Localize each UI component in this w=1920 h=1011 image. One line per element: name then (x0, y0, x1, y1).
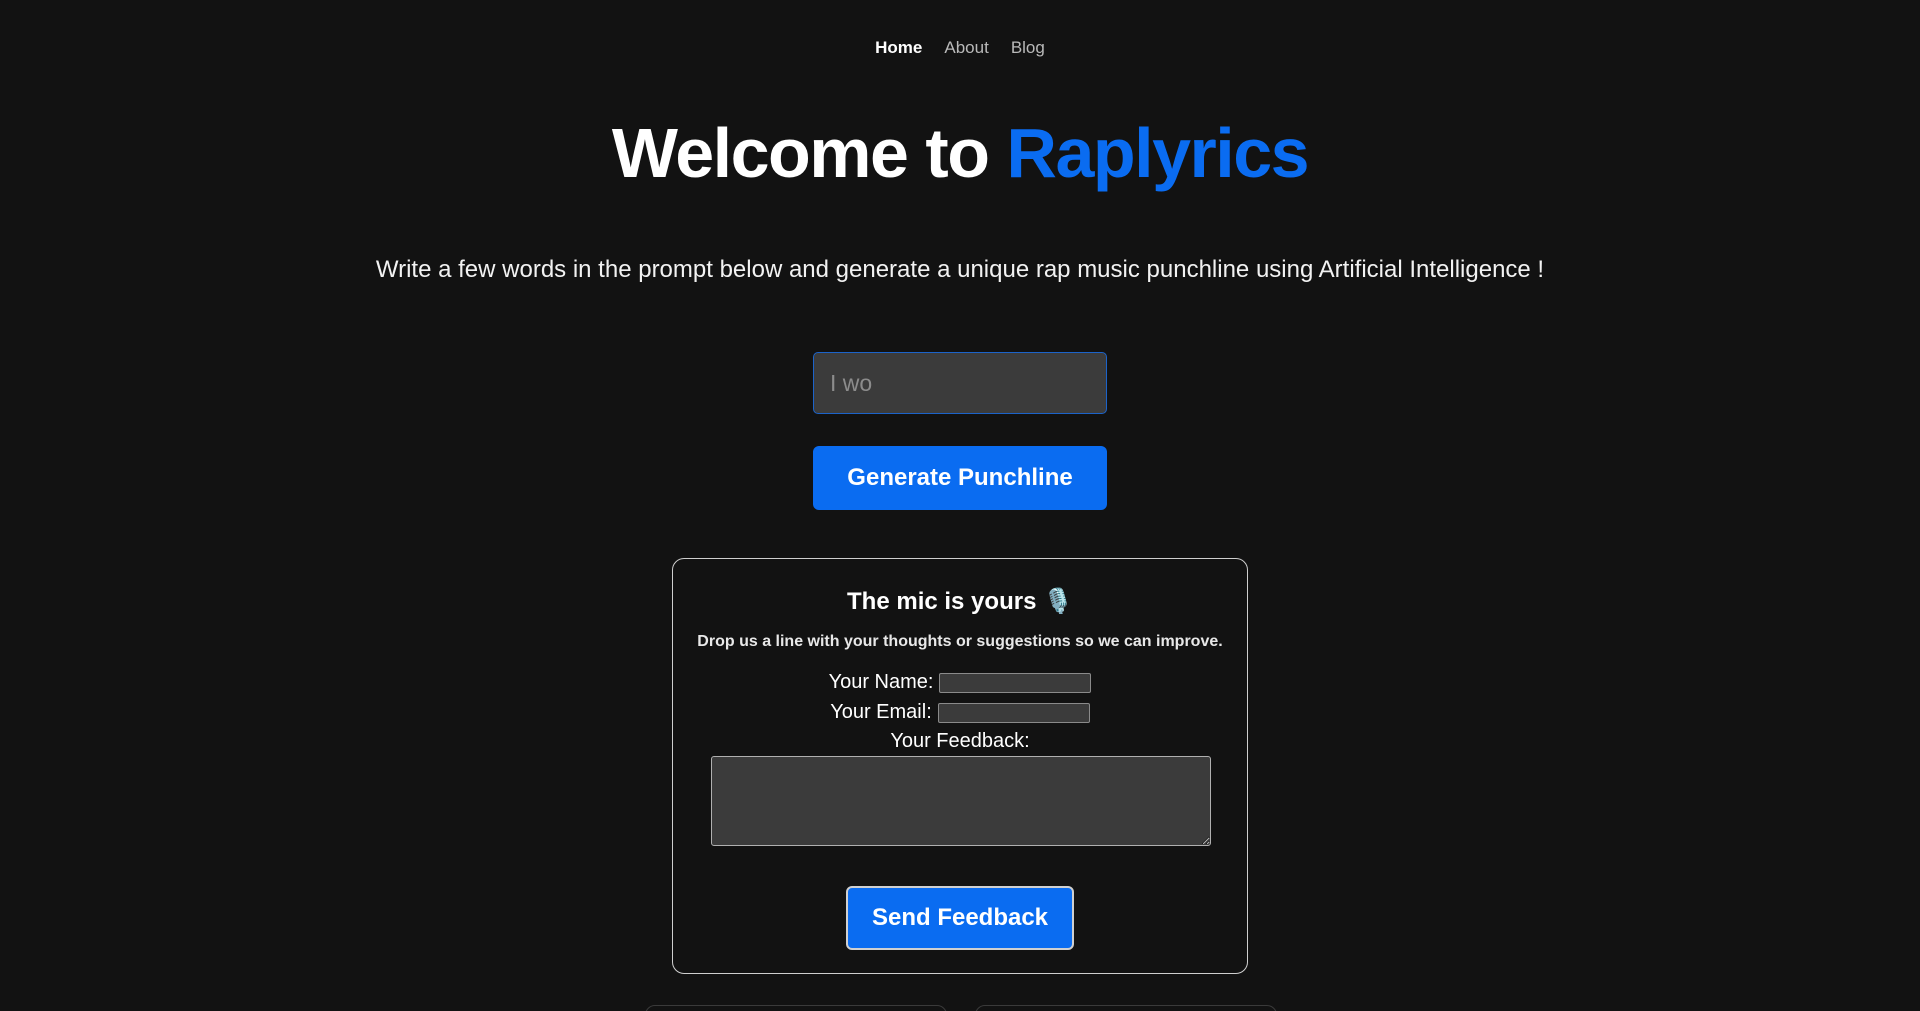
email-field[interactable] (937, 702, 1090, 723)
feedback-textarea[interactable] (711, 756, 1211, 846)
name-label: Your Name: (828, 671, 934, 693)
nav-item-home[interactable]: Home (875, 38, 922, 58)
brand-name: Raplyrics (1006, 114, 1309, 192)
feedback-card: The mic is yours 🎙️ Drop us a line with … (672, 558, 1248, 974)
email-label: Your Email: (830, 701, 932, 723)
generate-punchline-button[interactable]: Generate Punchline (813, 446, 1107, 510)
prompt-input[interactable] (813, 352, 1107, 414)
page-title: Welcome to Raplyrics (0, 112, 1920, 194)
page-subtitle: Write a few words in the prompt below an… (375, 256, 1545, 283)
bottom-card-left (645, 1005, 947, 1011)
feedback-subtitle: Drop us a line with your thoughts or sug… (697, 633, 1223, 650)
email-row: Your Email: (673, 701, 1247, 724)
name-field[interactable] (939, 672, 1092, 693)
nav-item-about[interactable]: About (944, 38, 988, 58)
bottom-card-right (975, 1005, 1277, 1011)
name-row: Your Name: (673, 671, 1247, 694)
top-nav: Home About Blog (0, 38, 1920, 58)
title-prefix: Welcome to (611, 114, 1007, 192)
feedback-label: Your Feedback: (890, 730, 1030, 752)
page: Home About Blog Welcome to Raplyrics Wri… (0, 0, 1920, 1011)
send-feedback-button[interactable]: Send Feedback (846, 886, 1074, 950)
nav-item-blog[interactable]: Blog (1011, 38, 1045, 58)
feedback-title: The mic is yours 🎙️ (847, 588, 1073, 615)
